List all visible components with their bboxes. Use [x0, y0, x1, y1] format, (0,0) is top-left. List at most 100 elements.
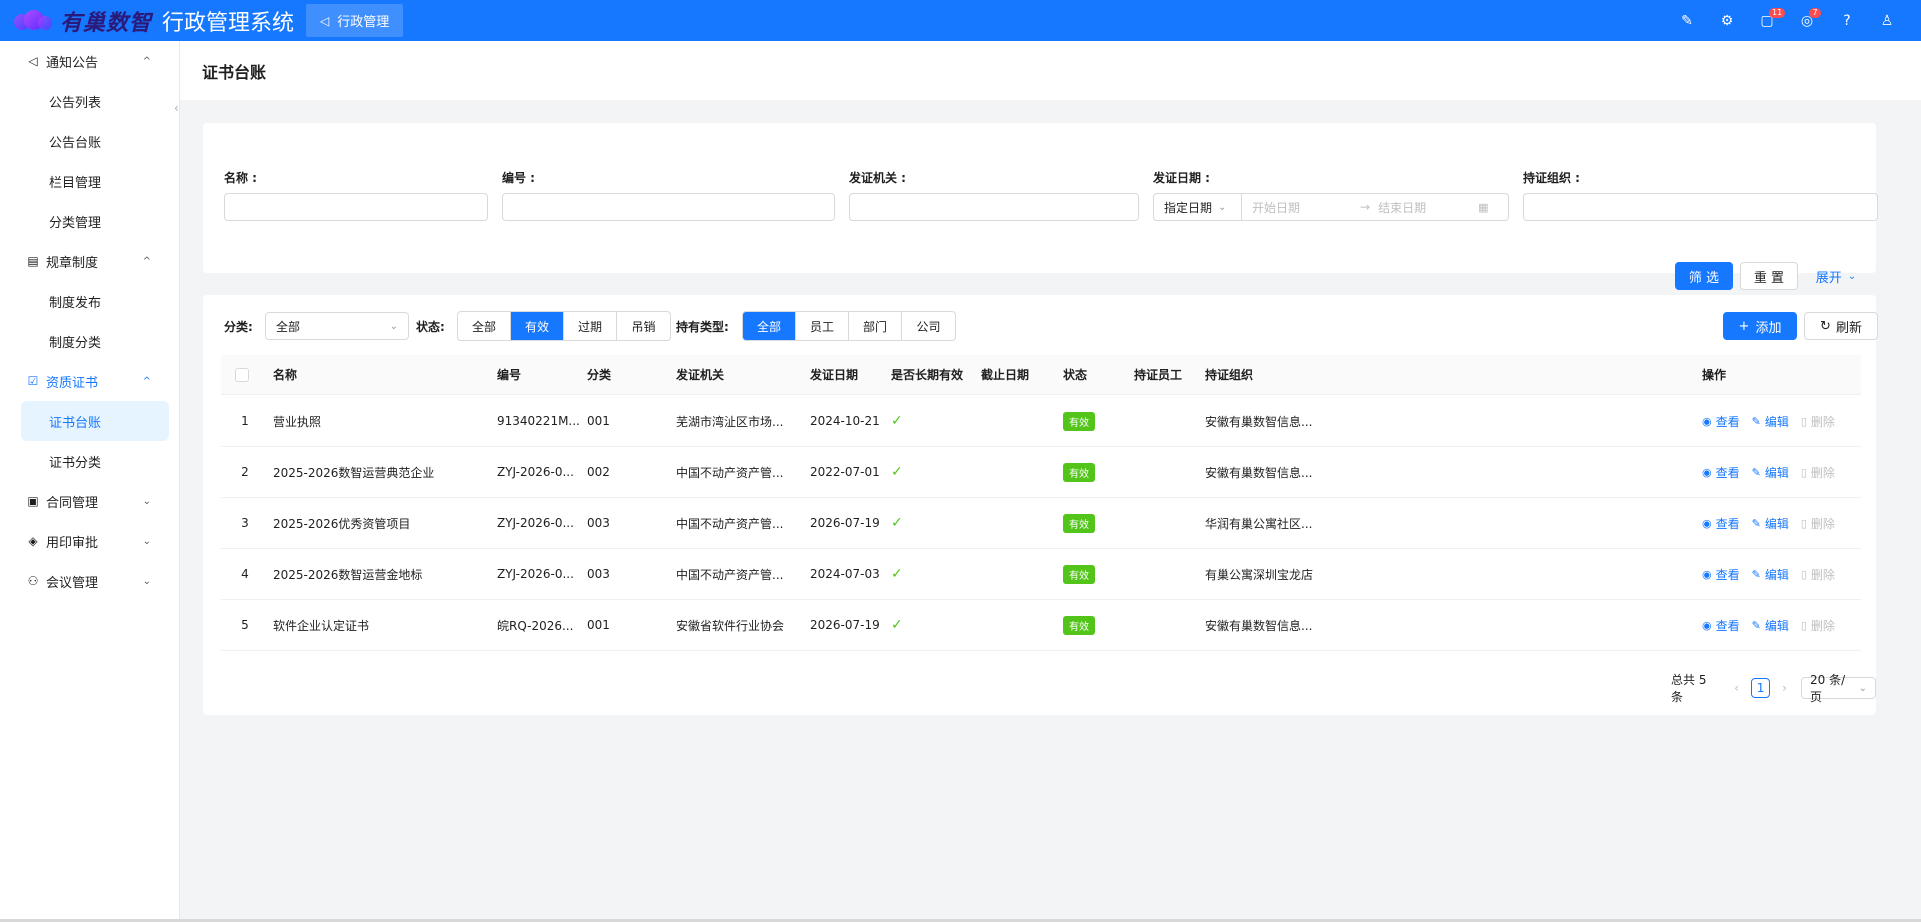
start-date-input[interactable]: 开始日期 [1242, 199, 1352, 216]
view-button[interactable]: ◉ 查看 [1702, 617, 1740, 634]
cell-long-term: ✓ [891, 498, 971, 548]
nav-group-meetings[interactable]: ⚇ 会议管理 ⌄ [0, 561, 179, 601]
cell-issue-date: 2026-07-19 [810, 498, 886, 548]
sidebar-item-rule-publish[interactable]: 制度发布 [0, 281, 179, 321]
holder-org-label: 持证组织 : [1523, 171, 1580, 185]
edit-button[interactable]: ✎ 编辑 [1752, 464, 1789, 481]
status-option-valid[interactable]: 有效 [511, 312, 564, 340]
refresh-button[interactable]: ↻ 刷新 [1804, 312, 1878, 340]
table-row: 1 营业执照 91340221M... 001 芜湖市湾沚区市场... 2024-10-2… [221, 396, 1861, 447]
nav-group-certificates[interactable]: ☑ 资质证书 ^ [0, 361, 179, 401]
name-label: 名称 : [224, 171, 257, 185]
eye-icon: ◉ [1702, 465, 1712, 479]
sidebar-item-cert-ledger[interactable]: 证书台账 [21, 401, 169, 441]
top-tab-admin[interactable]: ◁ 行政管理 [306, 4, 404, 37]
view-label: 查看 [1715, 567, 1740, 582]
view-button[interactable]: ◉ 查看 [1702, 413, 1740, 430]
edit-label: 编辑 [1764, 618, 1789, 633]
trash-icon: ▯ [1800, 618, 1807, 632]
user-icon[interactable]: ♙ [1867, 0, 1907, 41]
notification-badge: 11 [1769, 8, 1786, 18]
system-title: 行政管理系统 [162, 10, 295, 36]
holder-type-all[interactable]: 全部 [743, 312, 796, 340]
edit-button[interactable]: ✎ 编辑 [1752, 413, 1789, 430]
view-button[interactable]: ◉ 查看 [1702, 464, 1740, 481]
edit-button[interactable]: ✎ 编辑 [1752, 566, 1789, 583]
name-input[interactable] [224, 193, 488, 221]
arrow-right-icon: → [1360, 200, 1371, 214]
cell-category: 001 [587, 396, 667, 446]
cell-text: ZYJ-2026-0... [497, 567, 574, 581]
cell-category: 002 [587, 447, 667, 497]
pen-icon[interactable]: ✎ [1667, 0, 1707, 41]
cell-end-date [981, 600, 1057, 650]
prev-page-icon[interactable]: ‹ [1734, 681, 1739, 695]
status-option-revoked[interactable]: 吊销 [617, 312, 670, 340]
sidebar-item-column-manage[interactable]: 栏目管理 [0, 161, 179, 201]
view-label: 查看 [1715, 516, 1740, 531]
holder-type-company[interactable]: 公司 [902, 312, 955, 340]
cell-text: 2026-07-19 [810, 516, 880, 530]
end-date-input[interactable]: 结束日期 [1378, 199, 1478, 216]
cell-holder-org: 安徽有巢数智信息... [1205, 600, 1405, 650]
check-icon: ✓ [891, 515, 903, 531]
sidebar-collapse-icon[interactable]: ‹ [174, 101, 186, 119]
cell-text: 91340221M... [497, 414, 580, 428]
cell-text: ZYJ-2026-0... [497, 465, 574, 479]
number-input[interactable] [502, 193, 835, 221]
edit-button[interactable]: ✎ 编辑 [1752, 515, 1789, 532]
nav-group-label: 会议管理 [46, 575, 99, 591]
cell-number: ZYJ-2026-0... [497, 498, 581, 548]
cell-end-date [981, 396, 1057, 446]
sidebar-item-notice-ledger[interactable]: 公告台账 [0, 121, 179, 161]
edit-button[interactable]: ✎ 编辑 [1752, 617, 1789, 634]
issuer-input[interactable] [849, 193, 1139, 221]
cell-status: 有效 [1063, 498, 1129, 548]
cell-holder-org: 安徽有巢数智信息... [1205, 447, 1405, 497]
eye-icon: ◉ [1702, 618, 1712, 632]
cell-holder-employee [1134, 600, 1200, 650]
delete-label: 删除 [1810, 414, 1835, 429]
task-icon[interactable]: ◎ 7 [1787, 0, 1827, 41]
view-label: 查看 [1715, 618, 1740, 633]
holder-type-employee[interactable]: 员工 [796, 312, 849, 340]
sidebar-item-cert-category[interactable]: 证书分类 [0, 441, 179, 481]
main-content: 证书台账 名称 : 编号 : 发证机关 : 发证日期 : 指定日期 ⌄ 开始日期… [180, 41, 1921, 919]
nav-group-seal[interactable]: ◈ 用印审批 ⌄ [0, 521, 179, 561]
nav-group-rules[interactable]: ▤ 规章制度 ^ [0, 241, 179, 281]
page-1-button[interactable]: 1 [1750, 678, 1771, 698]
page-size-select[interactable]: 20 条/页 ⌄ [1800, 673, 1877, 704]
nav-group-notice[interactable]: ◁ 通知公告 ^ [0, 41, 179, 81]
help-icon[interactable]: ? [1827, 0, 1867, 41]
gear-icon[interactable]: ⚙ [1707, 0, 1747, 41]
pagination: 总共 5 条 ‹ 1 › 20 条/页 ⌄ [1671, 671, 1877, 705]
cell-issue-date: 2024-10-21 [810, 396, 886, 446]
cell-text: 2025-2026数智运营金地标 [273, 567, 423, 582]
filter-button[interactable]: 筛 选 [1675, 262, 1733, 290]
cell-text: 2022-07-01 [810, 465, 880, 479]
status-option-all[interactable]: 全部 [458, 312, 511, 340]
table-row: 2 2025-2026数智运营典范企业 ZYJ-2026-0... 002 中国不动产资… [221, 447, 1861, 498]
expand-button[interactable]: 展开 ⌄ [1803, 262, 1869, 290]
sidebar-item-notice-list[interactable]: 公告列表 [0, 81, 179, 121]
holder-type-department[interactable]: 部门 [849, 312, 902, 340]
holder-org-input[interactable] [1523, 193, 1878, 221]
calendar-icon: ▦ [1478, 200, 1489, 214]
cell-long-term: ✓ [891, 549, 971, 599]
view-button[interactable]: ◉ 查看 [1702, 515, 1740, 532]
bell-icon[interactable]: ▢ 11 [1747, 0, 1787, 41]
reset-button[interactable]: 重 置 [1740, 262, 1798, 290]
date-mode-select[interactable]: 指定日期 ⌄ [1154, 194, 1242, 220]
status-badge: 有效 [1063, 615, 1095, 635]
category-select[interactable]: 全部 ⌄ [265, 312, 409, 340]
next-page-icon[interactable]: › [1782, 681, 1787, 695]
status-option-expired[interactable]: 过期 [564, 312, 617, 340]
select-all-checkbox[interactable] [235, 355, 249, 394]
eye-icon: ◉ [1702, 567, 1712, 581]
view-button[interactable]: ◉ 查看 [1702, 566, 1740, 583]
cell-status: 有效 [1063, 396, 1129, 446]
add-button[interactable]: + 添加 [1723, 312, 1797, 340]
sidebar-item-category-manage[interactable]: 分类管理 [0, 201, 179, 241]
nav-group-contracts[interactable]: ▣ 合同管理 ⌄ [0, 481, 179, 521]
sidebar-item-rule-category[interactable]: 制度分类 [0, 321, 179, 361]
